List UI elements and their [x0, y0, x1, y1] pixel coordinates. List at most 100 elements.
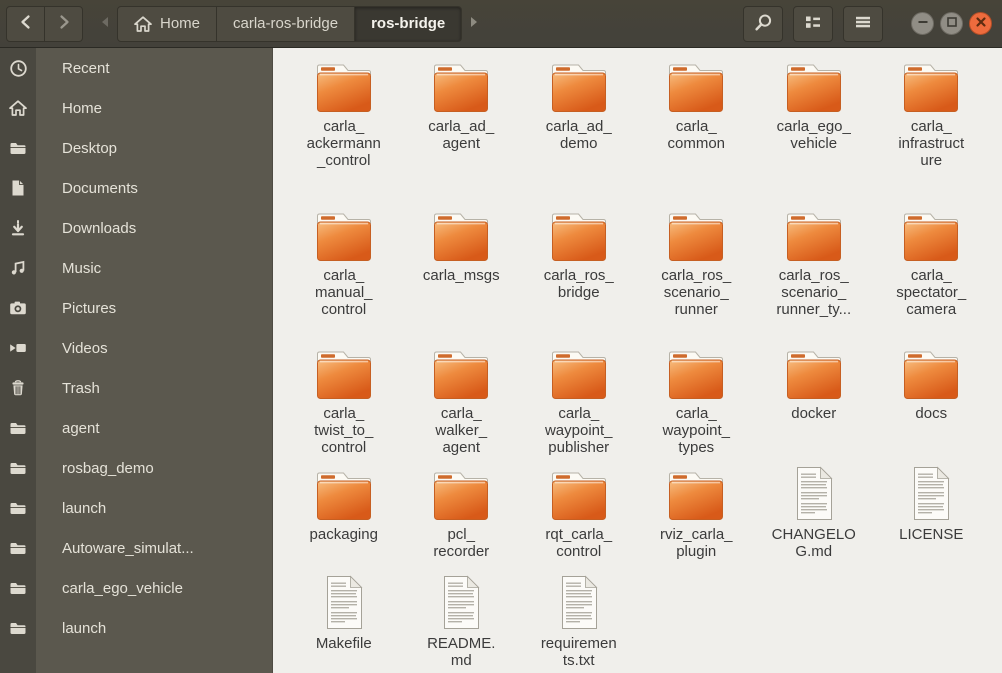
text-file-icon	[438, 573, 484, 631]
file-item-carla-ros-bridge[interactable]: carla_ros_ bridge	[520, 205, 638, 343]
file-name-label: README. md	[427, 635, 496, 669]
minimize-button[interactable]	[911, 12, 934, 35]
sidebar-item-videos[interactable]: Videos	[0, 328, 272, 368]
sidebar-item-label: Desktop	[62, 139, 118, 157]
music-icon	[0, 259, 36, 277]
folder-icon	[315, 343, 373, 401]
document-icon	[0, 179, 36, 197]
sidebar-item-launch[interactable]: launch	[0, 488, 272, 528]
file-name-label: carla_msgs	[422, 267, 500, 284]
view-toggle-button[interactable]	[793, 5, 833, 42]
file-item-rqt-carla-control[interactable]: rqt_carla_ control	[520, 464, 638, 573]
file-item-carla-ego-vehicle[interactable]: carla_ego_ vehicle	[755, 56, 873, 205]
file-item-carla-walker-agent[interactable]: carla_ walker_ agent	[403, 343, 521, 464]
minimize-icon	[917, 16, 929, 31]
file-manager-window: Home carla-ros-bridge ros-bridge Recent Hom…	[0, 0, 1002, 673]
breadcrumb-ros-bridge[interactable]: ros-bridge	[354, 5, 463, 42]
chevron-right-icon	[56, 14, 72, 33]
file-item-pcl-recorder[interactable]: pcl_ recorder	[403, 464, 521, 573]
sidebar-item-launch[interactable]: launch	[0, 608, 272, 648]
file-item-carla-waypoint-publisher[interactable]: carla_ waypoint_ publisher	[520, 343, 638, 464]
file-item-carla-spectator-camera[interactable]: carla_ spectator_ camera	[873, 205, 991, 343]
sidebar-item-label: Recent	[62, 59, 110, 77]
sidebar-item-trash[interactable]: Trash	[0, 368, 272, 408]
breadcrumb-label: carla-ros-bridge	[233, 15, 339, 32]
path-scroll-left-button[interactable]	[93, 6, 117, 42]
sidebar-item-desktop[interactable]: Desktop	[0, 128, 272, 168]
sidebar-item-agent[interactable]: agent	[0, 408, 272, 448]
file-name-label: carla_ros_ bridge	[543, 267, 614, 301]
sidebar-item-autoware-simulat[interactable]: Autoware_simulat...	[0, 528, 272, 568]
sidebar-item-documents[interactable]: Documents	[0, 168, 272, 208]
sidebar-item-label: Music	[62, 259, 102, 277]
text-file-icon	[908, 464, 954, 522]
file-item-packaging[interactable]: packaging	[285, 464, 403, 573]
sidebar-bookmarks-list: agent rosbag_demo launch Autoware_simulat..…	[0, 408, 272, 648]
folder-icon	[315, 56, 373, 114]
folder-icon	[667, 56, 725, 114]
file-item-carla-ad-demo[interactable]: carla_ad_ demo	[520, 56, 638, 205]
file-item-docs[interactable]: docs	[873, 343, 991, 464]
folder-icon	[315, 205, 373, 263]
folder-icon	[550, 464, 608, 522]
file-item-carla-infrastruct-ure[interactable]: carla_ infrastruct ure	[873, 56, 991, 205]
file-item-license[interactable]: LICENSE	[873, 464, 991, 573]
file-item-carla-common[interactable]: carla_ common	[638, 56, 756, 205]
file-row: Makefile README. md requiremen ts.txt	[285, 573, 990, 669]
sidebar-item-label: carla_ego_vehicle	[62, 579, 183, 597]
folder-icon	[432, 56, 490, 114]
file-item-rviz-carla-plugin[interactable]: rviz_carla_ plugin	[638, 464, 756, 573]
list-view-icon	[804, 14, 822, 33]
file-item-readme-md[interactable]: README. md	[403, 573, 521, 669]
path-scroll-right-button[interactable]	[462, 6, 486, 42]
file-item-changelo-g-md[interactable]: CHANGELO G.md	[755, 464, 873, 573]
sidebar-item-home[interactable]: Home	[0, 88, 272, 128]
sidebar-item-carla-ego-vehicle[interactable]: carla_ego_vehicle	[0, 568, 272, 608]
breadcrumb-label: ros-bridge	[371, 15, 446, 32]
back-button[interactable]	[6, 5, 45, 42]
file-item-carla-ad-agent[interactable]: carla_ad_ agent	[403, 56, 521, 205]
breadcrumb-label: Home	[160, 15, 201, 32]
sidebar-item-label: Downloads	[62, 219, 137, 237]
header-bar: Home carla-ros-bridge ros-bridge	[0, 0, 1002, 48]
sidebar: Recent Home Desktop Documents Downloads Music…	[0, 48, 272, 673]
file-item-requiremen-ts-txt[interactable]: requiremen ts.txt	[520, 573, 638, 669]
file-name-label: requiremen ts.txt	[540, 635, 617, 669]
file-item-carla-msgs[interactable]: carla_msgs	[403, 205, 521, 343]
close-button[interactable]	[969, 12, 992, 35]
sidebar-item-recent[interactable]: Recent	[0, 48, 272, 88]
file-item-carla-ros-scenario-runner[interactable]: carla_ros_ scenario_ runner	[638, 205, 756, 343]
sidebar-item-music[interactable]: Music	[0, 248, 272, 288]
sidebar-item-pictures[interactable]: Pictures	[0, 288, 272, 328]
file-name-label: pcl_ recorder	[433, 526, 490, 560]
search-button[interactable]	[743, 5, 783, 42]
folder-icon	[550, 205, 608, 263]
camera-icon	[0, 300, 36, 316]
sidebar-item-downloads[interactable]: Downloads	[0, 208, 272, 248]
file-item-carla-waypoint-types[interactable]: carla_ waypoint_ types	[638, 343, 756, 464]
file-item-carla-manual-control[interactable]: carla_ manual_ control	[285, 205, 403, 343]
folder-icon	[902, 343, 960, 401]
file-name-label: rviz_carla_ plugin	[659, 526, 733, 560]
folder-icon	[0, 140, 36, 156]
file-item-makefile[interactable]: Makefile	[285, 573, 403, 669]
breadcrumb-home[interactable]: Home	[117, 5, 218, 42]
menu-button[interactable]	[843, 5, 883, 42]
breadcrumb-carla-ros-bridge[interactable]: carla-ros-bridge	[216, 5, 356, 42]
file-item-carla-twist-to-control[interactable]: carla_ twist_to_ control	[285, 343, 403, 464]
folder-icon	[315, 464, 373, 522]
file-item-carla-ros-scenario-runner-ty[interactable]: carla_ros_ scenario_ runner_ty...	[755, 205, 873, 343]
file-item-docker[interactable]: docker	[755, 343, 873, 464]
file-row: packaging pcl_ recorder rqt_carla_ control…	[285, 464, 990, 573]
video-icon	[0, 340, 36, 356]
home-icon	[134, 15, 152, 32]
chevron-left-icon	[18, 14, 34, 33]
maximize-button[interactable]	[940, 12, 963, 35]
forward-button[interactable]	[44, 5, 83, 42]
folder-icon	[432, 205, 490, 263]
sidebar-item-rosbag-demo[interactable]: rosbag_demo	[0, 448, 272, 488]
folder-icon	[667, 343, 725, 401]
hamburger-icon	[855, 14, 871, 33]
file-item-carla-ackermann-control[interactable]: carla_ ackermann _control	[285, 56, 403, 205]
text-file-icon	[556, 573, 602, 631]
